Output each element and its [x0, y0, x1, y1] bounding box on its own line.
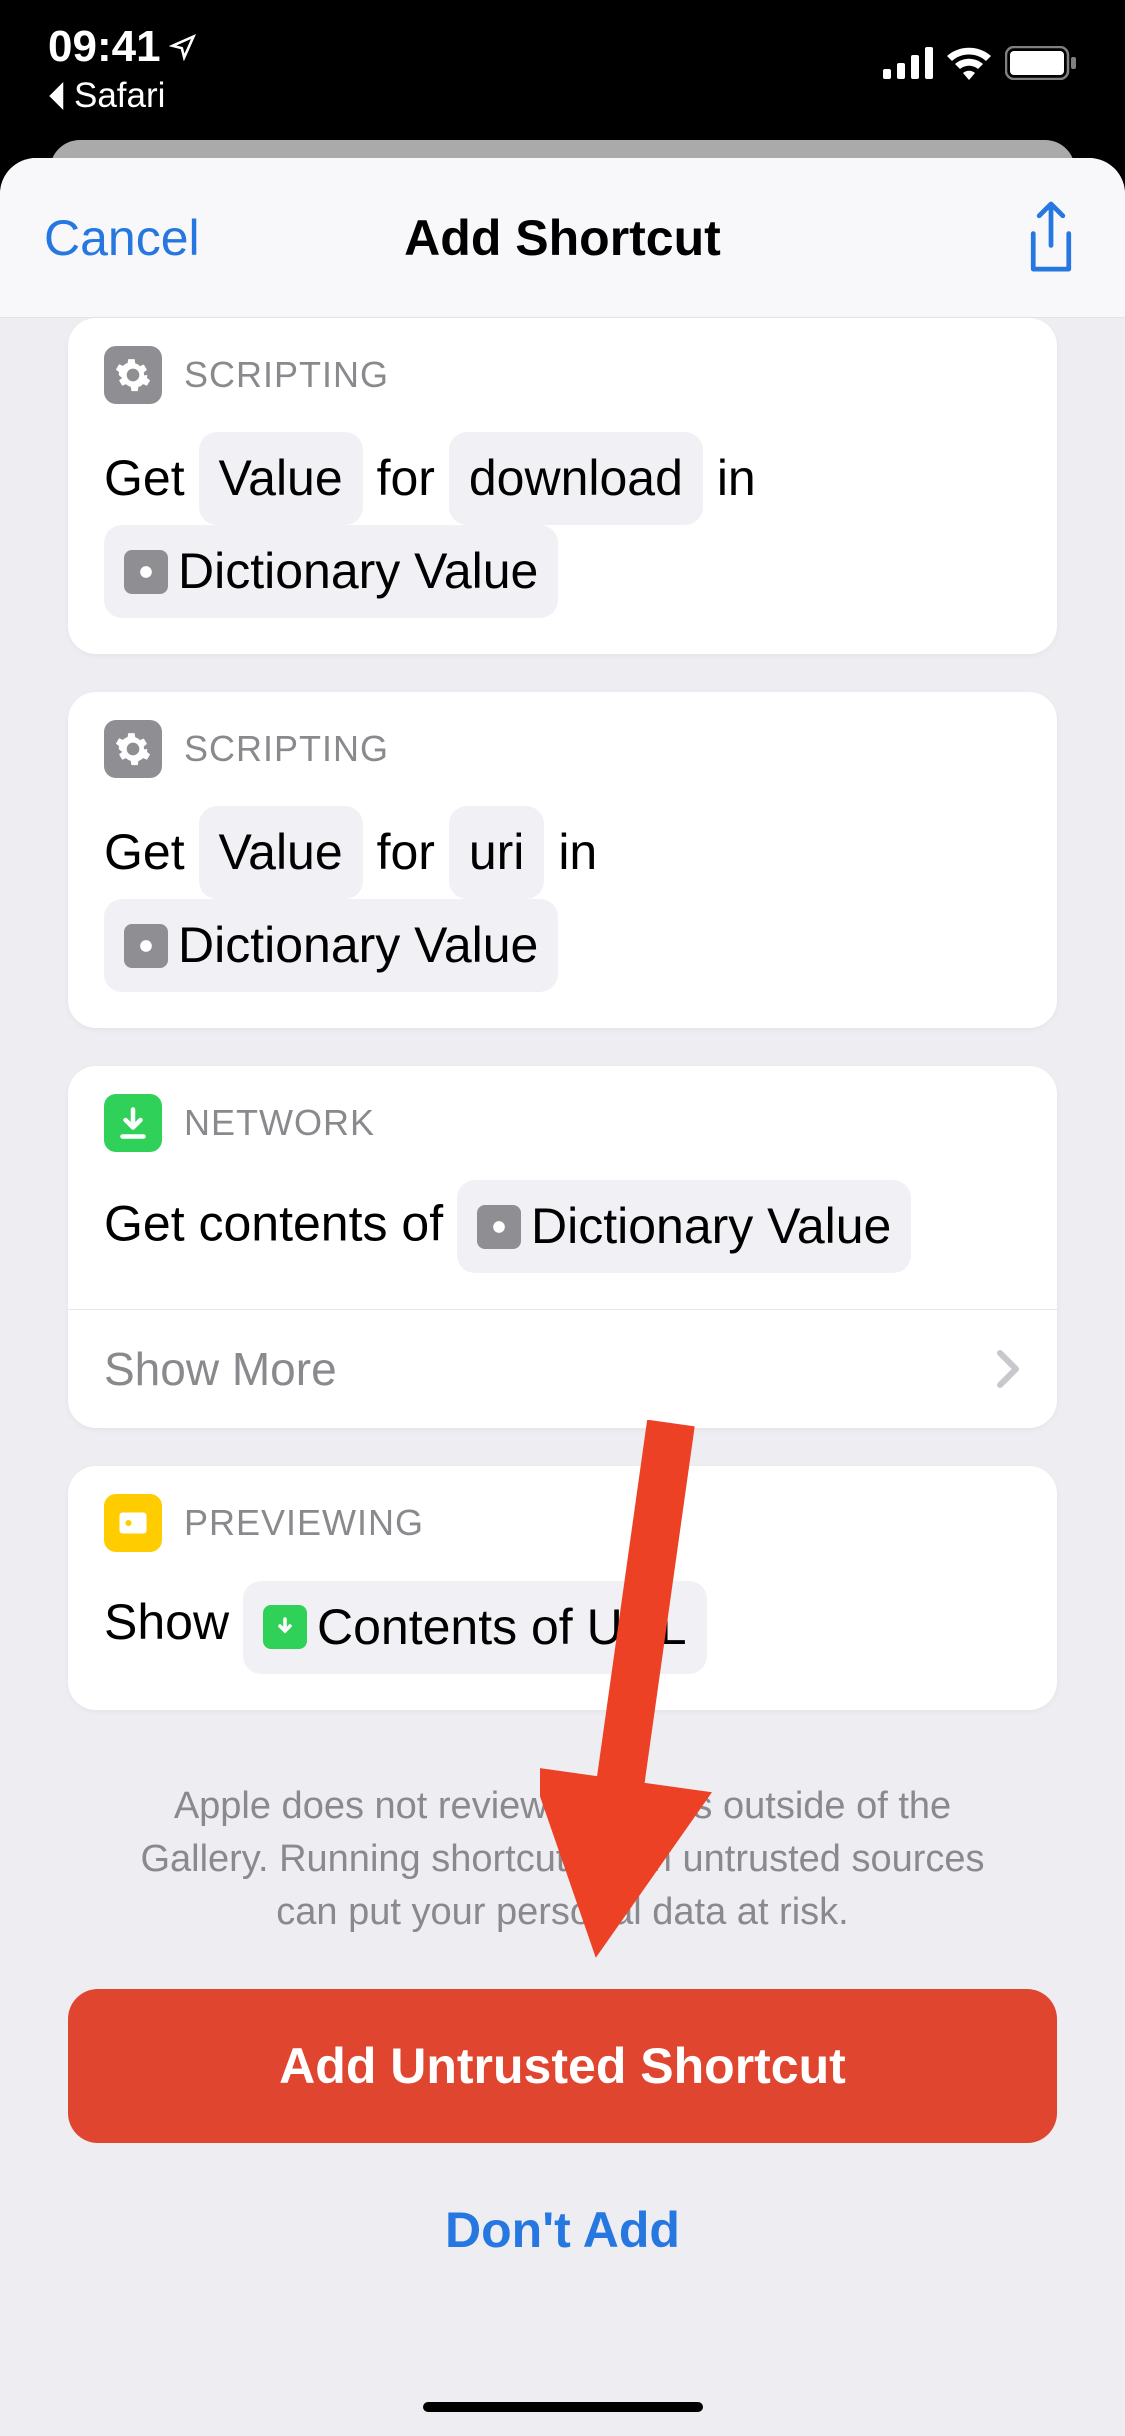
action-card: SCRIPTING Get Value for download in Dict… [68, 318, 1057, 654]
variable-pill-contents-of-url[interactable]: Contents of URL [243, 1581, 707, 1674]
wifi-icon [945, 46, 993, 80]
action-token: in [717, 450, 756, 506]
download-icon [104, 1094, 162, 1152]
action-token: for [377, 450, 435, 506]
status-bar: 09:41 Safari [0, 0, 1125, 140]
untrusted-warning-text: Apple does not review shortcuts outside … [68, 1710, 1057, 1990]
card-category-label: NETWORK [184, 1102, 375, 1144]
card-category-label: SCRIPTING [184, 354, 389, 396]
gear-icon [477, 1205, 521, 1249]
battery-icon [1005, 46, 1077, 80]
location-icon [169, 33, 197, 61]
card-body: Get contents of Dictionary Value [68, 1164, 1057, 1309]
gear-icon [124, 924, 168, 968]
param-pill-key[interactable]: download [449, 432, 703, 525]
action-card: SCRIPTING Get Value for uri in Dictionar… [68, 692, 1057, 1028]
chevron-right-icon [995, 1349, 1021, 1389]
card-header: NETWORK [68, 1066, 1057, 1164]
gear-icon [104, 720, 162, 778]
param-pill-value[interactable]: Value [199, 432, 363, 525]
download-icon [263, 1605, 307, 1649]
card-body: Get Value for download in Dictionary Val… [68, 416, 1057, 654]
caret-left-icon [48, 82, 68, 110]
clock-text: 09:41 [48, 22, 161, 72]
card-category-label: SCRIPTING [184, 728, 389, 770]
preview-icon [104, 1494, 162, 1552]
add-untrusted-shortcut-button[interactable]: Add Untrusted Shortcut [68, 1989, 1057, 2143]
param-pill-value[interactable]: Value [199, 806, 363, 899]
card-body: Get Value for uri in Dictionary Value [68, 790, 1057, 1028]
show-more-label: Show More [104, 1342, 337, 1396]
dont-add-button[interactable]: Don't Add [68, 2143, 1057, 2317]
share-button[interactable] [1021, 201, 1081, 275]
modal-title: Add Shortcut [404, 209, 721, 267]
gear-icon [104, 346, 162, 404]
actions-content: SCRIPTING Get Value for download in Dict… [0, 318, 1125, 2317]
action-token: Show [104, 1594, 229, 1650]
card-header: PREVIEWING [68, 1466, 1057, 1564]
status-icons [883, 22, 1077, 80]
show-more-button[interactable]: Show More [68, 1310, 1057, 1428]
card-header: SCRIPTING [68, 692, 1057, 790]
modal-navbar: Cancel Add Shortcut [0, 158, 1125, 318]
add-shortcut-sheet: Cancel Add Shortcut SCRIPTING Get Value … [0, 158, 1125, 2436]
cellular-icon [883, 47, 933, 79]
home-indicator[interactable] [423, 2402, 703, 2412]
action-card: PREVIEWING Show Contents of URL [68, 1466, 1057, 1710]
action-token: Get [104, 450, 185, 506]
variable-pill-dictionary-value[interactable]: Dictionary Value [104, 899, 558, 992]
action-token: Get contents of [104, 1196, 443, 1252]
status-time: 09:41 [48, 22, 197, 72]
card-body: Show Contents of URL [68, 1564, 1057, 1710]
action-token: in [558, 824, 597, 880]
gear-icon [124, 550, 168, 594]
variable-pill-dictionary-value[interactable]: Dictionary Value [104, 525, 558, 618]
action-token: for [377, 824, 435, 880]
card-header: SCRIPTING [68, 318, 1057, 416]
card-category-label: PREVIEWING [184, 1502, 424, 1544]
action-card: NETWORK Get contents of Dictionary Value… [68, 1066, 1057, 1428]
status-back-button[interactable]: Safari [48, 76, 197, 116]
param-pill-key[interactable]: uri [449, 806, 545, 899]
share-icon [1021, 201, 1081, 275]
cancel-button[interactable]: Cancel [44, 209, 200, 267]
action-token: Get [104, 824, 185, 880]
variable-pill-dictionary-value[interactable]: Dictionary Value [457, 1180, 911, 1273]
back-app-label: Safari [74, 76, 165, 116]
